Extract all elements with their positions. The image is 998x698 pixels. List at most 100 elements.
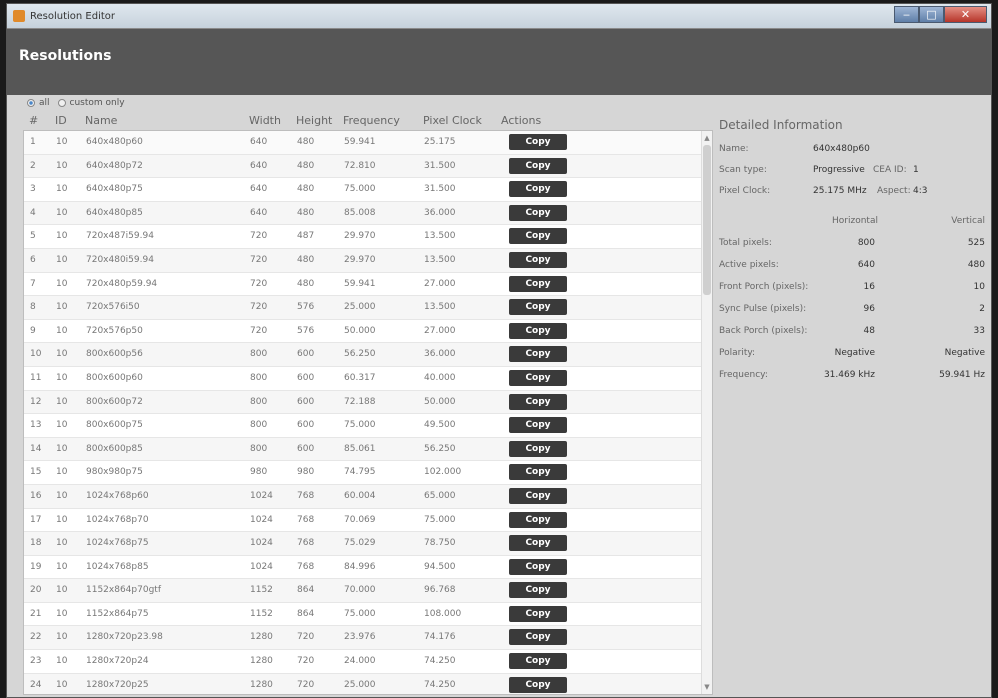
table-row[interactable]: 20 10 1152x864p70gtf 1152 864 70.000 96.768 Cop… — [24, 579, 712, 603]
copy-button[interactable]: Copy — [509, 558, 567, 575]
scroll-down-icon[interactable]: ▼ — [703, 682, 711, 692]
col-width[interactable]: Width — [249, 114, 281, 127]
table-row[interactable]: 9 10 720x576p50 720 576 50.000 27.000 Copy — [24, 320, 712, 344]
detailed-information-panel: Detailed Information Name: 640x480p60 Sc… — [717, 114, 985, 380]
table-row[interactable]: 8 10 720x576i50 720 576 25.000 13.500 Copy — [24, 296, 712, 320]
row-id: 10 — [56, 443, 68, 454]
copy-button[interactable]: Copy — [509, 181, 567, 198]
row-width: 1024 — [250, 490, 273, 501]
row-width: 720 — [250, 325, 268, 336]
table-row[interactable]: 14 10 800x600p85 800 600 85.061 56.250 Copy — [24, 437, 712, 462]
table-row[interactable]: 21 10 1152x864p75 1152 864 75.000 108.000 Copy — [24, 603, 712, 627]
row-frequency: 85.008 — [344, 207, 376, 218]
table-row[interactable]: 24 10 1280x720p25 1280 720 25.000 74.250 Copy — [24, 673, 712, 694]
copy-button[interactable]: Copy — [509, 134, 567, 150]
table-row[interactable]: 13 10 800x600p75 800 600 75.000 49.500 Copy — [24, 414, 712, 438]
table-row[interactable]: 15 10 980x980p75 980 980 74.795 102.000 Copy — [24, 461, 712, 485]
col-name[interactable]: Name — [85, 114, 117, 127]
copy-button[interactable]: Copy — [509, 511, 567, 528]
copy-button[interactable]: Copy — [509, 417, 567, 434]
row-number: 20 — [30, 585, 42, 596]
copy-button[interactable]: Copy — [509, 346, 567, 363]
sync-pulse-label: Sync Pulse (pixels): — [719, 304, 807, 314]
copy-button[interactable]: Copy — [509, 204, 567, 221]
table-row[interactable]: 2 10 640x480p72 640 480 72.810 31.500 Copy — [24, 154, 712, 179]
row-width: 640 — [250, 137, 268, 147]
filter-radio-group: all custom only — [27, 98, 125, 108]
row-height: 768 — [297, 490, 315, 501]
table-row[interactable]: 17 10 1024x768p70 1024 768 70.069 75.000 Copy — [24, 509, 712, 533]
table-row[interactable]: 5 10 720x487i59.94 720 487 29.970 13.500 Copy — [24, 225, 712, 249]
copy-button[interactable]: Copy — [509, 369, 567, 386]
copy-button[interactable]: Copy — [509, 157, 567, 174]
copy-button[interactable]: Copy — [509, 275, 567, 292]
copy-button[interactable]: Copy — [509, 322, 567, 339]
row-name: 800x600p56 — [86, 349, 143, 360]
row-name: 720x480i59.94 — [86, 254, 154, 265]
copy-button[interactable]: Copy — [509, 299, 567, 316]
resolution-editor-window: Resolution Editor ‒ □ ✕ Resolutions all … — [6, 3, 992, 698]
row-id: 10 — [56, 372, 68, 383]
close-button[interactable]: ✕ — [944, 6, 987, 23]
row-width: 1024 — [250, 561, 273, 572]
row-name: 1152x864p75 — [86, 608, 149, 619]
table-row[interactable]: 12 10 800x600p72 800 600 72.188 50.000 Copy — [24, 390, 712, 415]
row-height: 480 — [297, 254, 315, 265]
table-row[interactable]: 6 10 720x480i59.94 720 480 29.970 13.500 Copy — [24, 248, 712, 273]
col-num[interactable]: # — [29, 114, 38, 127]
table-row[interactable]: 10 10 800x600p56 800 600 56.250 36.000 Copy — [24, 343, 712, 367]
all-radio[interactable] — [27, 99, 35, 107]
table-row[interactable]: 22 10 1280x720p23.98 1280 720 23.976 74.176 Cop… — [24, 626, 712, 651]
custom-only-label[interactable]: custom only — [70, 98, 125, 108]
copy-button[interactable]: Copy — [509, 653, 567, 670]
copy-button[interactable]: Copy — [509, 440, 567, 457]
row-width: 800 — [250, 396, 268, 407]
col-pixel-clock[interactable]: Pixel Clock — [423, 114, 482, 127]
row-width: 720 — [250, 302, 268, 313]
copy-button[interactable]: Copy — [509, 629, 567, 646]
copy-button[interactable]: Copy — [509, 464, 567, 481]
minimize-button[interactable]: ‒ — [894, 6, 919, 23]
row-id: 10 — [56, 514, 68, 525]
col-height[interactable]: Height — [296, 114, 332, 127]
vertical-scrollbar[interactable]: ▲ ▼ — [701, 131, 712, 694]
all-label[interactable]: all — [39, 98, 50, 108]
table-row[interactable]: 3 10 640x480p75 640 480 75.000 31.500 Copy — [24, 178, 712, 202]
row-number: 15 — [30, 467, 42, 478]
active-pixels-v: 480 — [967, 260, 985, 270]
row-id: 10 — [56, 302, 68, 313]
row-name: 1280x720p25 — [86, 679, 149, 690]
maximize-button[interactable]: □ — [919, 6, 944, 23]
copy-button[interactable]: Copy — [509, 251, 567, 268]
copy-button[interactable]: Copy — [509, 605, 567, 622]
scrollbar-thumb[interactable] — [703, 145, 711, 295]
col-frequency[interactable]: Frequency — [343, 114, 400, 127]
copy-button[interactable]: Copy — [509, 676, 567, 693]
title-bar[interactable]: Resolution Editor ‒ □ ✕ — [7, 4, 991, 29]
table-row[interactable]: 11 10 800x600p60 800 600 60.317 40.000 Copy — [24, 367, 712, 391]
col-id[interactable]: ID — [55, 114, 67, 127]
row-id: 10 — [56, 608, 68, 619]
copy-button[interactable]: Copy — [509, 393, 567, 410]
table-row[interactable]: 23 10 1280x720p24 1280 720 24.000 74.250 Copy — [24, 650, 712, 674]
table-row[interactable]: 4 10 640x480p85 640 480 85.008 36.000 Copy — [24, 201, 712, 226]
copy-button[interactable]: Copy — [509, 535, 567, 552]
row-id: 10 — [56, 349, 68, 360]
table-row[interactable]: 19 10 1024x768p85 1024 768 84.996 94.500 Copy — [24, 556, 712, 580]
table-row[interactable]: 1 10 640x480p60 640 480 59.941 25.175 Copy — [24, 131, 712, 155]
row-name: 1152x864p70gtf — [86, 585, 161, 596]
page-title: Resolutions — [19, 48, 112, 64]
row-width: 1152 — [250, 585, 273, 596]
custom-only-radio[interactable] — [57, 99, 66, 107]
copy-button[interactable]: Copy — [509, 582, 567, 599]
table-row[interactable]: 7 10 720x480p59.94 720 480 59.941 27.000 Copy — [24, 273, 712, 297]
row-frequency: 74.795 — [344, 467, 376, 478]
table-row[interactable]: 18 10 1024x768p75 1024 768 75.029 78.750 Copy — [24, 532, 712, 556]
row-frequency: 29.970 — [344, 254, 376, 265]
back-porch-label: Back Porch (pixels): — [719, 326, 808, 336]
table-row[interactable]: 16 10 1024x768p60 1024 768 60.004 65.000 Copy — [24, 484, 712, 509]
copy-button[interactable]: Copy — [509, 228, 567, 245]
copy-button[interactable]: Copy — [509, 487, 567, 504]
row-id: 10 — [56, 538, 68, 549]
scroll-up-icon[interactable]: ▲ — [703, 133, 711, 143]
